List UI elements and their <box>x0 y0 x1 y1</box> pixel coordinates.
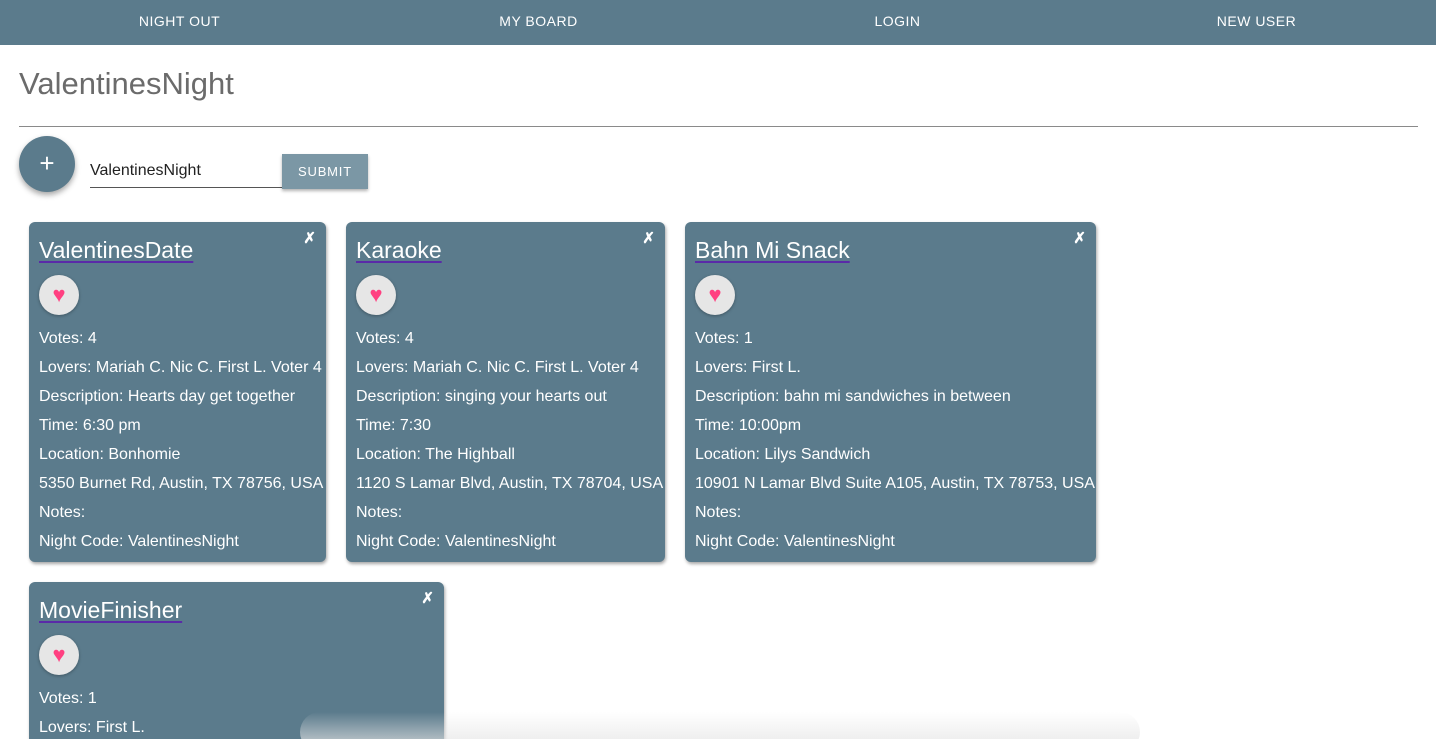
heart-icon: ♥ <box>52 282 66 307</box>
night-code-field: Night Code: ValentinesNight <box>695 533 895 550</box>
time-field: Time: 10:00pm <box>695 417 802 434</box>
submit-button[interactable]: SUBMIT <box>282 154 368 189</box>
description-field: Description: Hearts day get together <box>39 388 296 405</box>
location-field: Location: Lilys Sandwich <box>695 446 871 463</box>
notes-field: Notes: <box>356 504 403 521</box>
location-field: Location: Bonhomie <box>39 446 181 463</box>
top-navbar: NIGHT OUT MY BOARD LOGIN NEW USER <box>0 0 1436 45</box>
title-divider <box>19 126 1418 127</box>
vote-heart-button[interactable]: ♥ <box>39 635 79 675</box>
vote-heart-button[interactable]: ♥ <box>356 275 396 315</box>
description-field: Description: singing your hearts out <box>356 388 607 405</box>
address-field: 5350 Burnet Rd, Austin, TX 78756, USA <box>39 475 324 492</box>
event-card: ✗ ValentinesDate ♥ Votes: 4 Lovers: Mari… <box>29 222 326 562</box>
event-card: ✗ Bahn Mi Snack ♥ Votes: 1 Lovers: First… <box>685 222 1096 562</box>
vote-heart-button[interactable]: ♥ <box>39 275 79 315</box>
address-field: 1120 S Lamar Blvd, Austin, TX 78704, USA <box>356 475 664 492</box>
nav-item-night-out[interactable]: NIGHT OUT <box>0 0 359 45</box>
lovers-field: Lovers: Mariah C. Nic C. First L. Voter … <box>39 359 322 376</box>
votes-field: Votes: 4 <box>39 330 97 347</box>
add-event-button[interactable]: + <box>19 136 75 192</box>
close-icon[interactable]: ✗ <box>642 229 655 247</box>
close-icon[interactable]: ✗ <box>303 229 316 247</box>
nav-item-my-board[interactable]: MY BOARD <box>359 0 718 45</box>
event-title-link[interactable]: ValentinesDate <box>39 237 193 264</box>
vote-heart-button[interactable]: ♥ <box>695 275 735 315</box>
votes-field: Votes: 1 <box>39 690 97 707</box>
night-code-field: Night Code: ValentinesNight <box>39 533 239 550</box>
location-field: Location: The Highball <box>356 446 515 463</box>
notes-field: Notes: <box>39 504 86 521</box>
night-code-field: Night Code: ValentinesNight <box>356 533 556 550</box>
close-icon[interactable]: ✗ <box>421 589 434 607</box>
night-code-input[interactable] <box>90 154 282 188</box>
event-card: ✗ Karaoke ♥ Votes: 4 Lovers: Mariah C. N… <box>346 222 665 562</box>
close-icon[interactable]: ✗ <box>1073 229 1086 247</box>
event-title-link[interactable]: Karaoke <box>356 237 442 264</box>
add-icon: + <box>39 148 55 178</box>
lovers-field: Lovers: First L. <box>695 359 801 376</box>
nav-item-login[interactable]: LOGIN <box>718 0 1077 45</box>
heart-icon: ♥ <box>369 282 383 307</box>
heart-icon: ♥ <box>52 642 66 667</box>
event-title-link[interactable]: Bahn Mi Snack <box>695 237 850 264</box>
address-field: 10901 N Lamar Blvd Suite A105, Austin, T… <box>695 475 1095 492</box>
page-title: ValentinesNight <box>19 66 234 101</box>
time-field: Time: 6:30 pm <box>39 417 141 434</box>
time-field: Time: 7:30 <box>356 417 431 434</box>
bottom-overlay-shadow <box>300 712 1140 739</box>
lovers-field: Lovers: Mariah C. Nic C. First L. Voter … <box>356 359 639 376</box>
nav-item-new-user[interactable]: NEW USER <box>1077 0 1436 45</box>
votes-field: Votes: 1 <box>695 330 753 347</box>
votes-field: Votes: 4 <box>356 330 414 347</box>
event-title-link[interactable]: MovieFinisher <box>39 597 182 624</box>
notes-field: Notes: <box>695 504 742 521</box>
heart-icon: ♥ <box>708 282 722 307</box>
description-field: Description: bahn mi sandwiches in betwe… <box>695 388 1011 405</box>
